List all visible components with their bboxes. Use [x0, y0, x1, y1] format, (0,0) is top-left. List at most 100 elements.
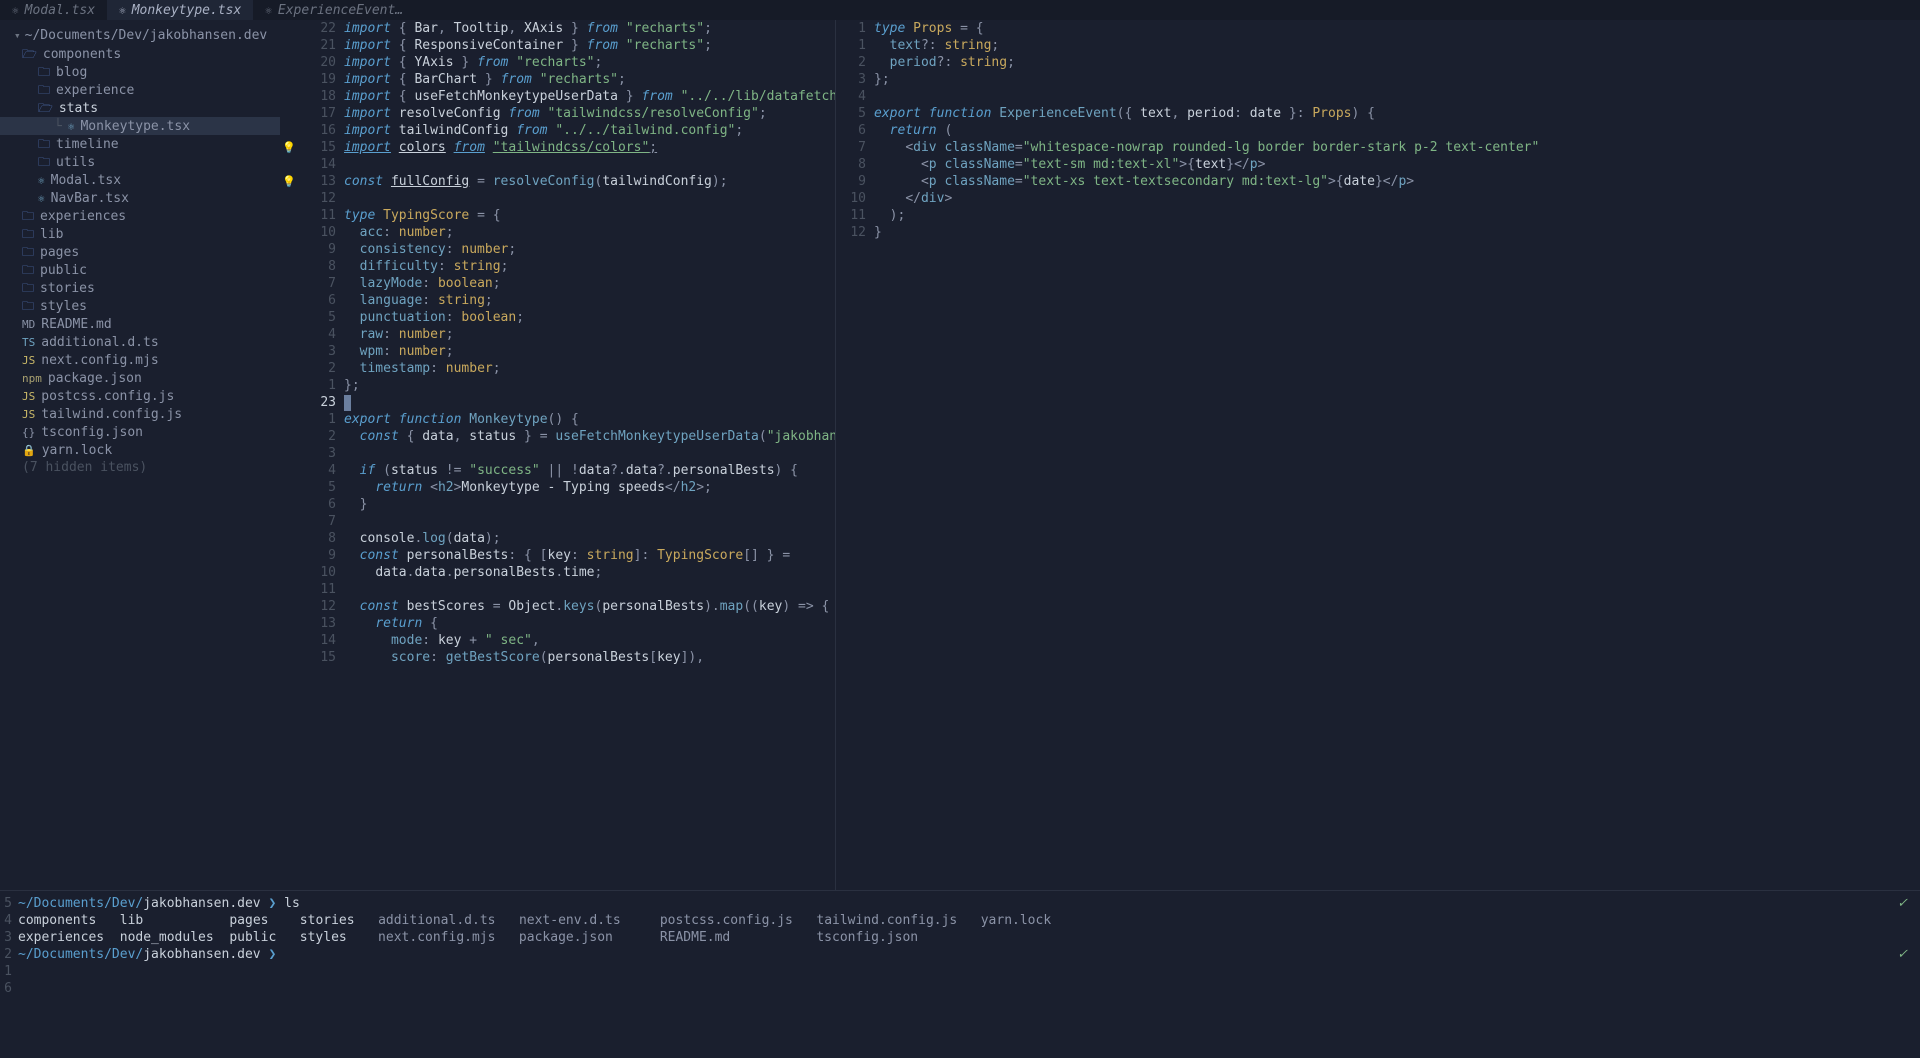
tree-item-stats[interactable]: 🗁stats — [0, 99, 280, 117]
tree-item-Monkeytype-tsx[interactable]: └ ⚛Monkeytype.tsx — [0, 117, 280, 135]
code-line[interactable]: export function ExperienceEvent({ text, … — [874, 105, 1920, 122]
line-number: 6 — [836, 122, 866, 139]
code-line[interactable]: const { data, status } = useFetchMonkeyt… — [344, 428, 835, 445]
code-line[interactable]: import { useFetchMonkeytypeUserData } fr… — [344, 88, 835, 105]
code-line[interactable] — [344, 190, 835, 207]
code-line[interactable]: timestamp: number; — [344, 360, 835, 377]
tree-item-NavBar-tsx[interactable]: ⚛NavBar.tsx — [0, 189, 280, 207]
code-line[interactable]: consistency: number; — [344, 241, 835, 258]
code-line[interactable] — [344, 156, 835, 173]
tree-item-utils[interactable]: 🗀utils — [0, 153, 280, 171]
tree-item-public[interactable]: 🗀public — [0, 261, 280, 279]
tree-item-yarn-lock[interactable]: 🔒yarn.lock — [0, 441, 280, 459]
tree-item-pages[interactable]: 🗀pages — [0, 243, 280, 261]
tab-1[interactable]: ⚛Monkeytype.tsx — [107, 0, 253, 20]
editor-left[interactable]: 💡💡 2221201918171615141312111098765432123… — [280, 20, 836, 890]
tree-item-lib[interactable]: 🗀lib — [0, 225, 280, 243]
tree-item-experiences[interactable]: 🗀experiences — [0, 207, 280, 225]
code-line[interactable]: import { YAxis } from "recharts"; — [344, 54, 835, 71]
code-line[interactable]: <div className="whitespace-nowrap rounde… — [874, 139, 1920, 156]
code-line[interactable]: <p className="text-sm md:text-xl">{text}… — [874, 156, 1920, 173]
code-line[interactable]: }; — [874, 71, 1920, 88]
terminal-row[interactable]: 3experiences node_modules public styles … — [0, 929, 1920, 946]
terminal-row[interactable]: 1 — [0, 963, 1920, 980]
lightbulb-icon[interactable]: 💡 — [282, 141, 296, 154]
code-line[interactable]: type Props = { — [874, 20, 1920, 37]
code-line[interactable] — [344, 394, 835, 411]
code-line[interactable]: data.data.personalBests.time; — [344, 564, 835, 581]
file-tree[interactable]: ▾ ~/Documents/Dev/jakobhansen.dev 🗁compo… — [0, 20, 280, 890]
sign-column — [280, 394, 298, 411]
tree-item-README-md[interactable]: MDREADME.md — [0, 315, 280, 333]
terminal-row[interactable]: 2~/Documents/Dev/jakobhansen.dev ❯✓ — [0, 946, 1920, 963]
code-line[interactable]: period?: string; — [874, 54, 1920, 71]
code-line[interactable]: const fullConfig = resolveConfig(tailwin… — [344, 173, 835, 190]
check-icon: ✓ — [1897, 946, 1920, 963]
tree-item-components[interactable]: 🗁components — [0, 45, 280, 63]
tree-item-additional-d-ts[interactable]: TSadditional.d.ts — [0, 333, 280, 351]
tree-item-timeline[interactable]: 🗀timeline — [0, 135, 280, 153]
code-line[interactable]: const bestScores = Object.keys(personalB… — [344, 598, 835, 615]
code-line[interactable]: } — [874, 224, 1920, 241]
code-line[interactable] — [874, 88, 1920, 105]
code-line[interactable]: import { BarChart } from "recharts"; — [344, 71, 835, 88]
tab-0[interactable]: ⚛Modal.tsx — [0, 0, 107, 20]
folder-icon: 🗀 — [38, 64, 50, 81]
code-line[interactable]: type TypingScore = { — [344, 207, 835, 224]
code-line[interactable]: punctuation: boolean; — [344, 309, 835, 326]
tree-item-postcss-config-js[interactable]: JSpostcss.config.js — [0, 387, 280, 405]
terminal[interactable]: 5~/Documents/Dev/jakobhansen.dev ❯ ls✓4c… — [0, 890, 1920, 1058]
code-line[interactable]: import colors from "tailwindcss/colors"; — [344, 139, 835, 156]
folder-icon: 🗀 — [22, 280, 34, 297]
code-line[interactable]: wpm: number; — [344, 343, 835, 360]
tree-item-styles[interactable]: 🗀styles — [0, 297, 280, 315]
code-line[interactable]: return ( — [874, 122, 1920, 139]
tree-item-tailwind-config-js[interactable]: JStailwind.config.js — [0, 405, 280, 423]
tab-2[interactable]: ⚛ExperienceEvent… — [253, 0, 415, 20]
lightbulb-icon[interactable]: 💡 — [282, 175, 296, 188]
tree-item-label: tailwind.config.js — [41, 406, 182, 423]
tree-item-package-json[interactable]: npmpackage.json — [0, 369, 280, 387]
code-line[interactable]: <p className="text-xs text-textsecondary… — [874, 173, 1920, 190]
code-line[interactable]: </div> — [874, 190, 1920, 207]
code-line[interactable]: }; — [344, 377, 835, 394]
code-line[interactable]: if (status != "success" || !data?.data?.… — [344, 462, 835, 479]
code-line[interactable]: text?: string; — [874, 37, 1920, 54]
tree-item-stories[interactable]: 🗀stories — [0, 279, 280, 297]
tree-item-experience[interactable]: 🗀experience — [0, 81, 280, 99]
terminal-content — [18, 963, 1920, 980]
terminal-row[interactable]: 6 — [0, 980, 1920, 997]
tree-item-Modal-tsx[interactable]: ⚛Modal.tsx — [0, 171, 280, 189]
code-line[interactable]: return <h2>Monkeytype - Typing speeds</h… — [344, 479, 835, 496]
code-line[interactable]: export function Monkeytype() { — [344, 411, 835, 428]
code-line[interactable]: const personalBests: { [key: string]: Ty… — [344, 547, 835, 564]
code-line[interactable]: return { — [344, 615, 835, 632]
code-line[interactable]: mode: key + " sec", — [344, 632, 835, 649]
code-line[interactable]: import { Bar, Tooltip, XAxis } from "rec… — [344, 20, 835, 37]
terminal-row[interactable]: 5~/Documents/Dev/jakobhansen.dev ❯ ls✓ — [0, 895, 1920, 912]
terminal-content — [18, 980, 1920, 997]
code-line[interactable]: language: string; — [344, 292, 835, 309]
tree-root[interactable]: ▾ ~/Documents/Dev/jakobhansen.dev — [0, 26, 280, 45]
code-line[interactable]: ); — [874, 207, 1920, 224]
code-line[interactable]: score: getBestScore(personalBests[key]), — [344, 649, 835, 666]
code-line[interactable]: acc: number; — [344, 224, 835, 241]
code-line[interactable]: import { ResponsiveContainer } from "rec… — [344, 37, 835, 54]
terminal-row[interactable]: 4components lib pages stories additional… — [0, 912, 1920, 929]
code-line[interactable] — [344, 445, 835, 462]
tab-label: ExperienceEvent… — [278, 2, 403, 19]
code-line[interactable]: console.log(data); — [344, 530, 835, 547]
code-line[interactable]: raw: number; — [344, 326, 835, 343]
tree-item-label: experience — [56, 82, 134, 99]
editor-right[interactable]: 1123456789101112 type Props = { text?: s… — [836, 20, 1920, 890]
code-line[interactable]: import resolveConfig from "tailwindcss/r… — [344, 105, 835, 122]
code-line[interactable] — [344, 513, 835, 530]
tree-item-tsconfig-json[interactable]: {}tsconfig.json — [0, 423, 280, 441]
code-line[interactable] — [344, 581, 835, 598]
code-line[interactable]: } — [344, 496, 835, 513]
code-line[interactable]: difficulty: string; — [344, 258, 835, 275]
tree-item-blog[interactable]: 🗀blog — [0, 63, 280, 81]
code-line[interactable]: import tailwindConfig from "../../tailwi… — [344, 122, 835, 139]
tree-item-next-config-mjs[interactable]: JSnext.config.mjs — [0, 351, 280, 369]
code-line[interactable]: lazyMode: boolean; — [344, 275, 835, 292]
